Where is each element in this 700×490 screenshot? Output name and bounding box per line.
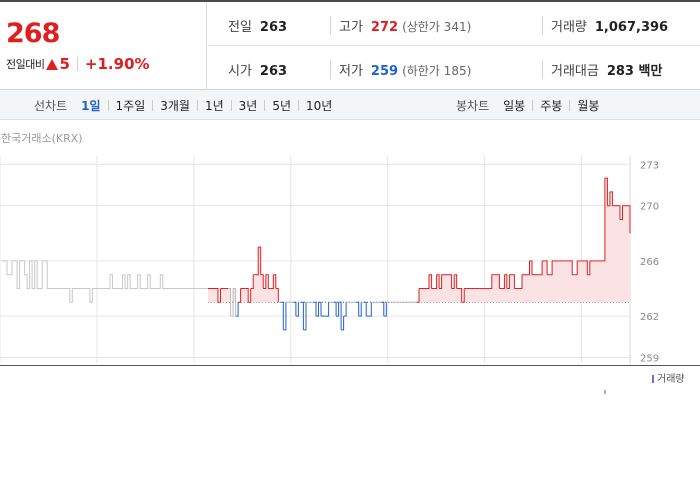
price-line-segment	[368, 302, 372, 317]
price-line-segment	[527, 260, 530, 276]
price-line-segment	[381, 301, 385, 317]
price-line-segment	[356, 301, 360, 317]
divider	[76, 57, 78, 71]
divider	[532, 99, 534, 111]
stat-label: 거래량	[551, 20, 587, 35]
stat-label: 거래대금	[551, 64, 599, 79]
tab-10y[interactable]: 10년	[306, 97, 332, 114]
price-line-segment	[363, 301, 367, 317]
price-line-segment	[343, 302, 347, 317]
volume-legend-swatch	[652, 375, 654, 383]
stat-value: 263	[259, 20, 288, 35]
stat-prev-close: 전일 263	[228, 16, 287, 35]
data-source-label: 한국거래소(KRX)	[1, 132, 83, 145]
candle-chart-title: 봉차트	[456, 98, 490, 113]
tab-weekly[interactable]: 주봉	[540, 97, 562, 114]
stats-panel: 전일 263 고가 272 (상한가 341) 거래량 1,067,396 시가 263 …	[208, 2, 700, 90]
quote-header: 268 전일대비 5 +1.90% 전일 263 고가 272 (상한가 341) 거…	[0, 0, 700, 90]
price-line-segment	[270, 274, 274, 289]
current-price: 268	[6, 18, 60, 49]
price-line-segment	[539, 260, 543, 276]
y-tick-label: 262	[640, 312, 659, 323]
y-tick-label: 259	[640, 353, 659, 364]
price-box: 268 전일대비 5 +1.90%	[0, 2, 207, 90]
y-tick-label: 270	[640, 202, 659, 213]
upper-limit: (상한가 341)	[402, 20, 472, 34]
price-line-segment	[426, 274, 430, 289]
price-line-segment	[501, 274, 505, 289]
stat-label: 전일	[228, 20, 252, 35]
tab-monthly[interactable]: 월봉	[577, 97, 599, 114]
change-row: 전일대비 5 +1.90%	[6, 55, 150, 73]
divider	[196, 99, 198, 111]
divider	[298, 99, 300, 111]
lower-limit: (하한가 185)	[402, 64, 472, 78]
stats-row-2: 시가 263 저가 259 (하한가 185) 거래대금 283 백만	[208, 46, 700, 90]
gain-area	[208, 178, 630, 303]
divider	[569, 99, 571, 111]
line-chart-tabs: 선차트 1일 1주일 3개월 1년 3년 5년 10년	[34, 90, 332, 120]
price-line-segment	[602, 178, 606, 262]
change-percent: +1.90%	[84, 55, 150, 73]
tab-3m[interactable]: 3개월	[160, 97, 190, 114]
tab-1d[interactable]: 1일	[81, 97, 100, 114]
line-chart-title: 선차트	[34, 98, 68, 113]
price-line-segment	[333, 301, 337, 317]
stat-open: 시가 263	[228, 60, 287, 79]
stat-value: 1,067,396	[594, 20, 669, 35]
candle-chart-tabs: 봉차트 일봉 주봉 월봉	[456, 90, 599, 120]
change-value: 5	[59, 55, 70, 73]
divider	[107, 99, 109, 111]
price-chart: 273 270 266 262 259 거래량	[0, 156, 685, 394]
stat-trade-value: 거래대금 283 백만	[542, 60, 662, 79]
pre-open-line	[2, 260, 208, 303]
chart-bottom-border	[0, 365, 700, 366]
tab-3y[interactable]: 3년	[239, 97, 258, 114]
stat-label: 고가	[339, 20, 363, 35]
tab-1y[interactable]: 1년	[205, 97, 224, 114]
tab-daily[interactable]: 일봉	[503, 97, 525, 114]
price-line-segment	[293, 301, 297, 317]
stat-label: 저가	[339, 64, 363, 79]
divider	[230, 99, 232, 111]
stat-volume: 거래량 1,067,396	[542, 16, 668, 35]
volume-bar	[604, 390, 606, 394]
price-line-segment	[238, 288, 242, 303]
stat-high: 고가 272 (상한가 341)	[330, 16, 471, 35]
stat-low: 저가 259 (하한가 185)	[330, 60, 471, 79]
price-line-segment	[549, 260, 553, 276]
tab-1w[interactable]: 1주일	[116, 97, 146, 114]
price-line-segment	[250, 274, 254, 289]
stat-value: 283 백만	[606, 64, 663, 79]
y-tick-label: 273	[640, 160, 659, 171]
chart-tabs-bar: 선차트 1일 1주일 3개월 1년 3년 5년 10년 봉차트 일봉 주봉 월봉	[0, 90, 700, 120]
up-arrow-icon	[46, 58, 59, 70]
stat-label: 시가	[228, 64, 252, 79]
stat-value: 259	[370, 64, 399, 79]
price-line-segment	[519, 274, 523, 289]
price-line-segment	[416, 288, 420, 303]
price-line-segment	[574, 260, 578, 276]
change-label: 전일대비	[6, 58, 45, 71]
price-line-segment	[313, 301, 317, 317]
stats-row-1: 전일 263 고가 272 (상한가 341) 거래량 1,067,396	[208, 2, 700, 46]
tab-5y[interactable]: 5년	[272, 97, 291, 114]
divider	[264, 99, 266, 111]
volume-legend-label: 거래량	[657, 373, 685, 385]
stat-value: 263	[259, 64, 288, 79]
stat-value: 272	[370, 20, 399, 35]
price-line-segment	[326, 302, 330, 317]
divider	[152, 99, 154, 111]
price-line-segment	[489, 274, 493, 289]
price-line-segment	[434, 274, 438, 289]
y-tick-label: 266	[640, 257, 659, 268]
